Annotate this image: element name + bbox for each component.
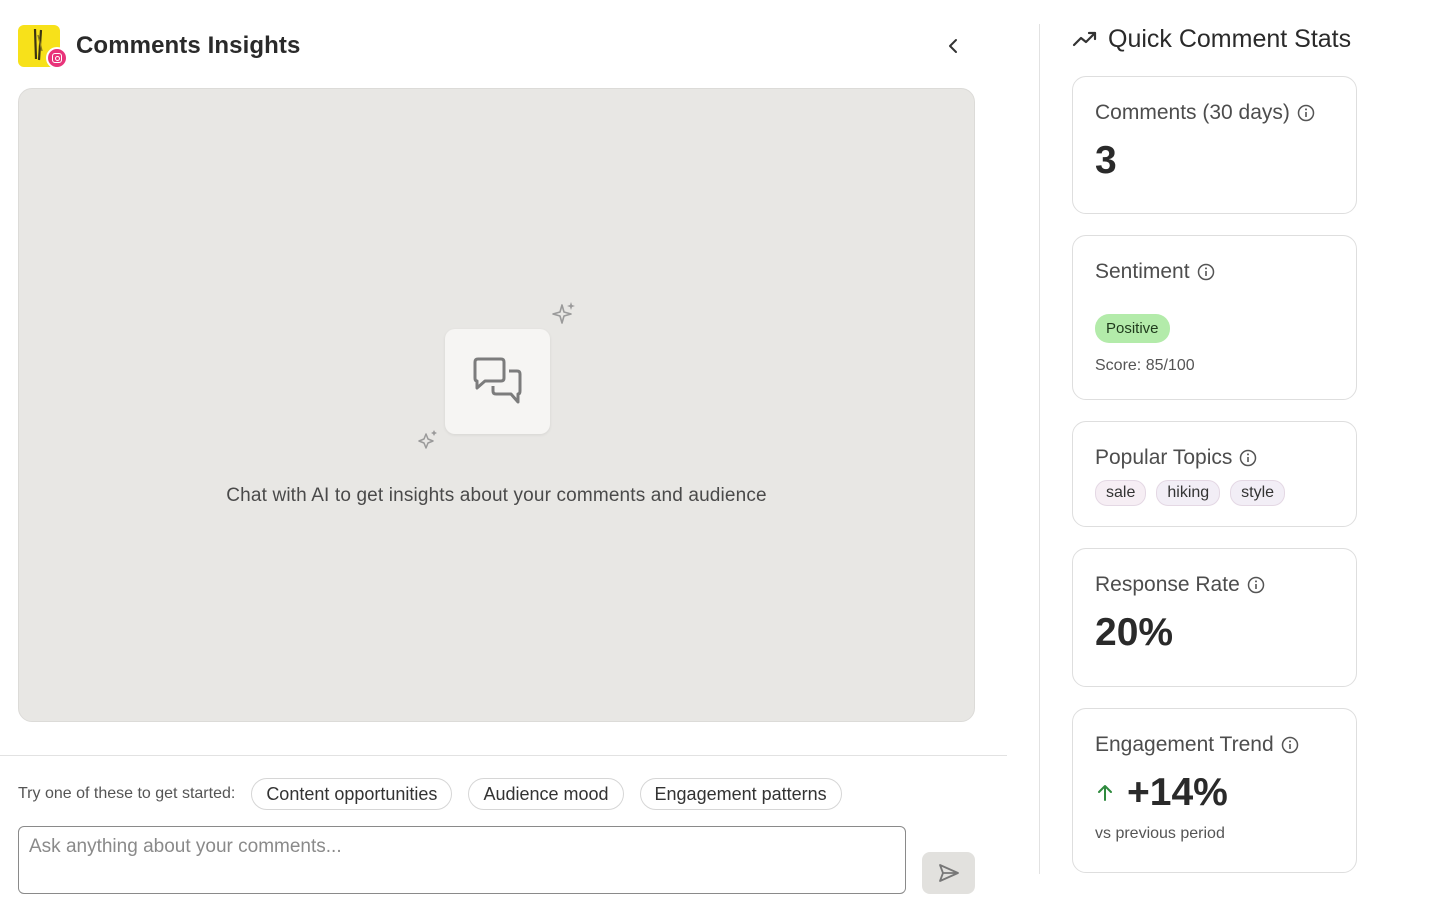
info-icon[interactable]: [1297, 104, 1315, 122]
info-icon[interactable]: [1239, 449, 1257, 467]
card-label: Popular Topics: [1095, 446, 1233, 469]
card-header: Sentiment: [1095, 260, 1334, 284]
card-label: Response Rate: [1095, 573, 1240, 596]
account-avatar[interactable]: [18, 25, 68, 69]
stats-header: Quick Comment Stats: [1072, 22, 1351, 56]
send-icon: [938, 864, 959, 882]
stats-title: Quick Comment Stats: [1108, 24, 1352, 53]
card-label: Comments (30 days): [1095, 101, 1290, 124]
suggestion-content-opportunities[interactable]: Content opportunities: [251, 778, 453, 810]
trending-up-icon: [1072, 31, 1097, 47]
suggestions-label: Try one of these to get started:: [18, 785, 236, 802]
card-header: Engagement Trend: [1095, 733, 1334, 757]
topic-tag[interactable]: hiking: [1156, 480, 1221, 506]
topics-card: Popular Topics sale hiking style: [1072, 421, 1357, 527]
suggestions-row: Try one of these to get started: Content…: [18, 778, 858, 810]
card-header: Response Rate: [1095, 573, 1334, 597]
topic-tag[interactable]: style: [1230, 480, 1286, 506]
engagement-value: +14%: [1127, 771, 1228, 814]
info-icon[interactable]: [1281, 736, 1299, 754]
sparkle-icon: [418, 430, 437, 449]
suggestion-audience-mood[interactable]: Audience mood: [468, 778, 624, 810]
engagement-subtext: vs previous period: [1095, 825, 1225, 842]
page-title: Comments Insights: [76, 32, 301, 59]
card-label: Sentiment: [1095, 260, 1190, 283]
send-button[interactable]: [922, 852, 975, 894]
comments-count: 3: [1095, 139, 1117, 182]
chevron-left-icon: [949, 39, 957, 53]
page-header: Comments Insights: [18, 24, 301, 69]
info-icon[interactable]: [1247, 576, 1265, 594]
sentiment-badge: Positive: [1095, 314, 1170, 343]
info-icon[interactable]: [1197, 263, 1215, 281]
arrow-up-icon: [1098, 785, 1112, 801]
chat-bubbles-icon: [473, 357, 521, 403]
empty-state-text: Chat with AI to get insights about your …: [226, 485, 767, 506]
engagement-card: Engagement Trend +14% vs previous period: [1072, 708, 1357, 873]
ask-input[interactable]: [18, 826, 906, 894]
collapse-button[interactable]: [940, 34, 966, 58]
response-rate-card: Response Rate 20%: [1072, 548, 1357, 687]
panel-divider: [1039, 24, 1040, 874]
card-header: Comments (30 days): [1095, 101, 1334, 125]
divider: [0, 755, 1007, 756]
topics-list: sale hiking style: [1095, 480, 1334, 506]
card-header: Popular Topics: [1095, 446, 1334, 470]
sentiment-card: Sentiment Positive Score: 85/100: [1072, 235, 1357, 400]
comments-card: Comments (30 days) 3: [1072, 76, 1357, 214]
sentiment-badge-wrap: Positive: [1095, 314, 1334, 343]
response-rate-value: 20%: [1095, 611, 1174, 654]
empty-state-icon: [445, 329, 550, 434]
topic-tag[interactable]: sale: [1095, 480, 1147, 506]
sentiment-score: Score: 85/100: [1095, 357, 1195, 374]
card-label: Engagement Trend: [1095, 733, 1274, 756]
instagram-icon: [46, 47, 68, 69]
sparkle-icon: [552, 302, 575, 324]
engagement-trend-row: +14%: [1095, 771, 1334, 815]
suggestion-engagement-patterns[interactable]: Engagement patterns: [639, 778, 842, 810]
chat-area: Chat with AI to get insights about your …: [18, 88, 975, 722]
